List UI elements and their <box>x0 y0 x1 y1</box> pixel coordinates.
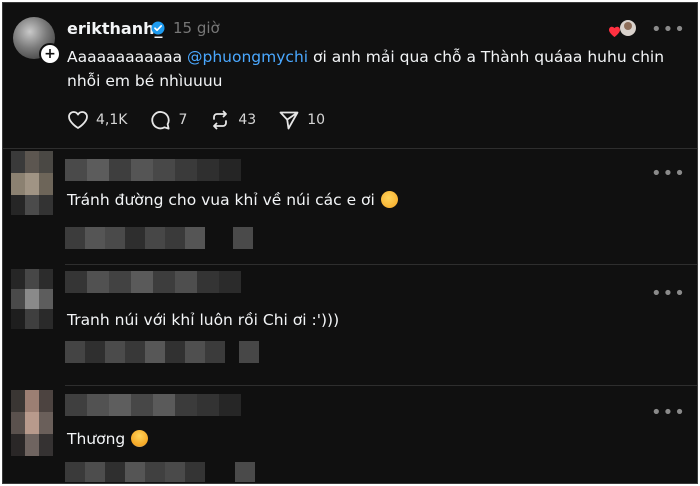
blurred-comment-meta <box>65 341 259 363</box>
comment-text: Tránh đường cho vua khỉ về núi các e ơi <box>67 191 398 209</box>
author-avatar[interactable]: + <box>13 17 61 65</box>
blurred-avatar <box>11 151 53 215</box>
threads-screenshot: + erikthanh_ 15 giờ ••• Aaaaaaaaaaaa @ph… <box>2 2 698 484</box>
like-button[interactable]: 4,1K <box>67 110 127 130</box>
post-time: 15 giờ <box>173 19 220 37</box>
blurred-avatar <box>11 390 53 456</box>
mention-link[interactable]: @phuongmychi <box>187 48 308 66</box>
blurred-comment-meta <box>65 462 255 482</box>
repost-icon <box>213 110 228 130</box>
blurred-avatar <box>11 269 53 329</box>
send-icon <box>279 111 299 130</box>
liked-by-avatar-icon <box>609 20 636 37</box>
comment-text-content: Tranh núi với khỉ luôn rồi Chi ơi :'))) <box>67 311 340 329</box>
author-username[interactable]: erikthanh_ <box>67 19 162 38</box>
verified-badge-icon <box>151 21 165 35</box>
like-count: 4,1K <box>96 112 128 128</box>
more-icon[interactable]: ••• <box>651 19 686 40</box>
main-post: + erikthanh_ 15 giờ ••• Aaaaaaaaaaaa @ph… <box>3 3 697 148</box>
blurred-username <box>65 394 241 416</box>
comment-button[interactable]: 7 <box>149 110 187 130</box>
follow-plus-icon[interactable]: + <box>39 43 61 65</box>
post-text: Aaaaaaaaaaaa @phuongmychi ơi anh mải qua… <box>67 45 677 93</box>
post-text-start: Aaaaaaaaaaaa <box>67 48 188 66</box>
comment-count: 7 <box>178 112 188 128</box>
repost-count: 43 <box>238 112 257 128</box>
more-icon[interactable]: ••• <box>651 402 686 423</box>
comment-text-content: Thương <box>67 430 126 448</box>
post-actions: 4,1K 7 43 10 <box>67 109 347 131</box>
blurred-username <box>65 271 251 293</box>
comment-item: ••• Tránh đường cho vua khỉ về núi các e… <box>3 149 697 264</box>
heart-icon <box>68 111 88 129</box>
more-icon[interactable]: ••• <box>651 283 686 304</box>
share-button[interactable]: 10 <box>278 110 325 130</box>
comment-text: Thương <box>67 430 149 448</box>
share-count: 10 <box>307 112 326 128</box>
blurred-comment-meta <box>65 227 255 249</box>
comment-item: ••• Thương <box>3 386 697 483</box>
comment-item: ••• Tranh núi với khỉ luôn rồi Chi ơi :'… <box>3 265 697 385</box>
repost-button[interactable]: 43 <box>209 110 256 130</box>
comment-icon <box>151 111 170 130</box>
comment-text: Tranh núi với khỉ luôn rồi Chi ơi :'))) <box>67 311 339 329</box>
comment-text-content: Tránh đường cho vua khỉ về núi các e ơi <box>67 191 375 209</box>
blurred-username <box>65 159 241 181</box>
more-icon[interactable]: ••• <box>651 163 686 184</box>
sleepy-face-emoji <box>380 191 398 208</box>
crying-face-emoji <box>131 430 149 447</box>
